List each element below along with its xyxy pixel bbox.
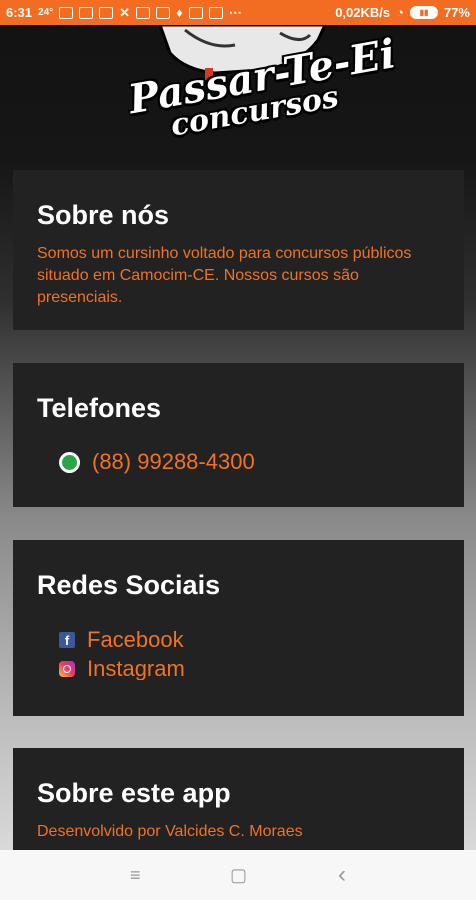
network-speed: 0,02KB/s	[335, 5, 391, 20]
twitter-icon: ♦	[176, 5, 183, 20]
social-card: Redes Sociais f Facebook Instagram	[13, 540, 464, 716]
facebook-link[interactable]: Facebook	[87, 627, 184, 653]
phone-row[interactable]: (88) 99288-4300	[59, 449, 255, 475]
instagram-icon	[59, 661, 75, 677]
about-us-card: Sobre nós Somos um cursinho voltado para…	[13, 170, 464, 330]
notification-app-icon	[59, 6, 74, 19]
twitch-icon	[79, 6, 94, 19]
phones-title: Telefones	[37, 393, 162, 423]
logo-banner: Passar-Te-Ei concursos	[0, 25, 476, 160]
phones-card: Telefones (88) 99288-4300	[13, 363, 464, 507]
battery-percent: 77%	[443, 5, 470, 20]
swiftkey-icon	[208, 6, 223, 19]
about-app-title: Sobre este app	[37, 778, 231, 808]
facebook-row[interactable]: f Facebook	[59, 627, 184, 653]
status-time: 6:31	[6, 5, 33, 20]
wifi-icon: ◔	[396, 5, 404, 20]
more-notifications-icon: ⋯	[228, 5, 242, 20]
gallery-icon	[99, 6, 114, 19]
battery-icon: ▮▮	[409, 6, 438, 19]
whatsapp-icon	[59, 451, 80, 473]
navigation-bar: ≡ ▢ ‹	[0, 850, 476, 900]
back-button[interactable]: ‹	[338, 863, 346, 887]
video-icon	[188, 6, 203, 19]
calendar-icon	[136, 6, 151, 19]
about-app-text: Desenvolvido por Valcides C. Moraes	[37, 823, 303, 840]
instagram-row[interactable]: Instagram	[59, 658, 185, 680]
facebook-icon: f	[59, 632, 75, 648]
about-us-text: Somos um cursinho voltado para concursos…	[37, 245, 412, 306]
home-button[interactable]: ▢	[230, 866, 247, 884]
about-app-card: Sobre este app Desenvolvido por Valcides…	[13, 748, 464, 850]
menu-button[interactable]: ≡	[130, 866, 141, 884]
status-temperature: 24°	[38, 7, 54, 18]
x-icon: ✕	[119, 5, 131, 20]
instagram-link[interactable]: Instagram	[87, 658, 185, 680]
social-title: Redes Sociais	[37, 570, 221, 600]
twitch-icon	[156, 6, 171, 19]
status-bar: 6:31 24° ✕ ♦ ⋯ 0,02KB/s ◔ ▮▮ 77%	[0, 0, 476, 25]
phone-number-link[interactable]: (88) 99288-4300	[92, 449, 255, 475]
about-us-title: Sobre nós	[37, 200, 170, 230]
